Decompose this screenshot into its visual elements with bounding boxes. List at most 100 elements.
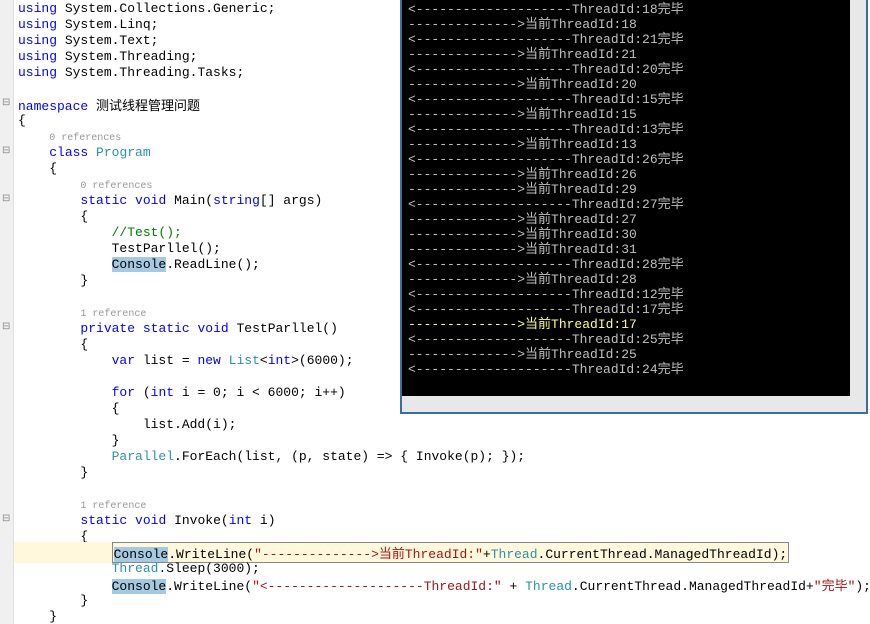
- token-pln: +: [483, 547, 491, 562]
- token-kw: using: [18, 49, 57, 64]
- fold-gutter: [0, 544, 14, 560]
- console-line: <--------------------ThreadId:17完毕: [408, 302, 860, 317]
- console-line: -------------->当前ThreadId:17: [408, 317, 860, 332]
- console-scrollbar-v[interactable]: [850, 0, 866, 412]
- token-pln: i = 0; i < 6000; i++): [174, 385, 346, 400]
- fold-gutter[interactable]: [0, 192, 14, 208]
- code-text: }: [14, 465, 88, 480]
- token-pln: [88, 145, 96, 160]
- token-sel: Console: [112, 579, 167, 594]
- token-str: "-------------->当前ThreadId:": [254, 547, 483, 562]
- code-text: static void Main(string[] args): [14, 193, 322, 208]
- token-pln: {: [18, 113, 26, 128]
- token-pln: [127, 513, 135, 528]
- console-scrollbar-h[interactable]: [402, 396, 866, 412]
- fold-gutter: [0, 16, 14, 32]
- fold-gutter[interactable]: [0, 96, 14, 112]
- token-pln: }: [112, 433, 120, 448]
- code-text: Console.ReadLine();: [14, 257, 260, 272]
- fold-gutter: [0, 304, 14, 320]
- fold-gutter: [0, 432, 14, 448]
- code-text: }: [14, 433, 119, 448]
- fold-gutter: [0, 416, 14, 432]
- fold-gutter: [0, 48, 14, 64]
- fold-gutter: [0, 528, 14, 544]
- token-kw: namespace: [18, 99, 88, 114]
- token-cls: Thread: [525, 579, 572, 594]
- code-line[interactable]: }: [0, 464, 870, 480]
- console-line: <--------------------ThreadId:21完毕: [408, 32, 860, 47]
- token-pln: {: [49, 161, 57, 176]
- token-kw: var: [112, 353, 135, 368]
- fold-gutter: [0, 592, 14, 608]
- console-line: -------------->当前ThreadId:15: [408, 107, 860, 122]
- token-pln: }: [80, 593, 88, 608]
- fold-gutter[interactable]: [0, 512, 14, 528]
- fold-gutter: [0, 608, 14, 624]
- fold-gutter[interactable]: [0, 144, 14, 160]
- token-kw: string: [213, 193, 260, 208]
- fold-gutter: [0, 256, 14, 272]
- fold-gutter: [0, 496, 14, 512]
- code-line[interactable]: Console.WriteLine("<--------------------…: [0, 576, 870, 592]
- code-line[interactable]: 1 reference: [0, 496, 870, 512]
- token-pln: {: [80, 337, 88, 352]
- console-line: <--------------------ThreadId:20完毕: [408, 62, 860, 77]
- console-window: <--------------------ThreadId:18完毕------…: [400, 0, 868, 414]
- token-ref: 0 references: [49, 133, 121, 144]
- token-pln: [221, 353, 229, 368]
- code-text: namespace 测试线程管理问题: [14, 95, 200, 114]
- fold-gutter: [0, 400, 14, 416]
- console-line: <--------------------ThreadId:26完毕: [408, 152, 860, 167]
- fold-gutter: [0, 240, 14, 256]
- code-text: 0 references: [14, 129, 121, 144]
- token-kw: static: [80, 513, 127, 528]
- token-pln: +: [502, 579, 525, 594]
- console-line: -------------->当前ThreadId:30: [408, 227, 860, 242]
- code-text: 0 references: [14, 177, 152, 192]
- fold-gutter: [0, 560, 14, 576]
- token-kw: void: [135, 513, 166, 528]
- token-kw: static: [143, 321, 190, 336]
- token-kw: void: [135, 193, 166, 208]
- token-pln: System.Text;: [57, 33, 158, 48]
- fold-gutter: [0, 160, 14, 176]
- token-kw: using: [18, 65, 57, 80]
- console-line: -------------->当前ThreadId:31: [408, 242, 860, 257]
- token-cmt: //Test();: [112, 225, 182, 240]
- code-text: 1 reference: [14, 497, 146, 512]
- token-cls: Thread: [112, 561, 159, 576]
- code-line[interactable]: }: [0, 432, 870, 448]
- code-line[interactable]: Console.WriteLine("-------------->当前Thre…: [0, 544, 870, 560]
- code-line[interactable]: }: [0, 592, 870, 608]
- code-text: class Program: [14, 145, 151, 160]
- code-line[interactable]: list.Add(i);: [0, 416, 870, 432]
- code-line[interactable]: Parallel.ForEach(list, (p, state) => { I…: [0, 448, 870, 464]
- token-kw: class: [49, 145, 88, 160]
- code-text: using System.Text;: [14, 33, 158, 48]
- code-text: Console.WriteLine("-------------->当前Thre…: [14, 542, 789, 563]
- token-pln: }: [49, 609, 57, 624]
- token-pln: System.Collections.Generic;: [57, 1, 275, 16]
- console-line: <--------------------ThreadId:24完毕: [408, 362, 860, 377]
- code-text: using System.Linq;: [14, 17, 158, 32]
- code-text: TestParllel();: [14, 241, 221, 256]
- token-pln: Main(: [166, 193, 213, 208]
- token-pln: }: [80, 465, 88, 480]
- fold-gutter[interactable]: [0, 320, 14, 336]
- token-pln: TestParllel();: [112, 241, 221, 256]
- fold-gutter: [0, 224, 14, 240]
- code-line[interactable]: [0, 480, 870, 496]
- console-line: -------------->当前ThreadId:20: [408, 77, 860, 92]
- token-pln: .WriteLine(: [168, 547, 254, 562]
- token-kw: void: [197, 321, 228, 336]
- token-pln: list =: [135, 353, 197, 368]
- code-line[interactable]: }: [0, 608, 870, 624]
- code-line[interactable]: static void Invoke(int i): [0, 512, 870, 528]
- code-text: using System.Threading;: [14, 49, 197, 64]
- token-pln: (: [135, 385, 151, 400]
- token-kw: private: [80, 321, 135, 336]
- fold-gutter: [0, 368, 14, 384]
- fold-gutter: [0, 0, 14, 16]
- token-pln: <: [260, 353, 268, 368]
